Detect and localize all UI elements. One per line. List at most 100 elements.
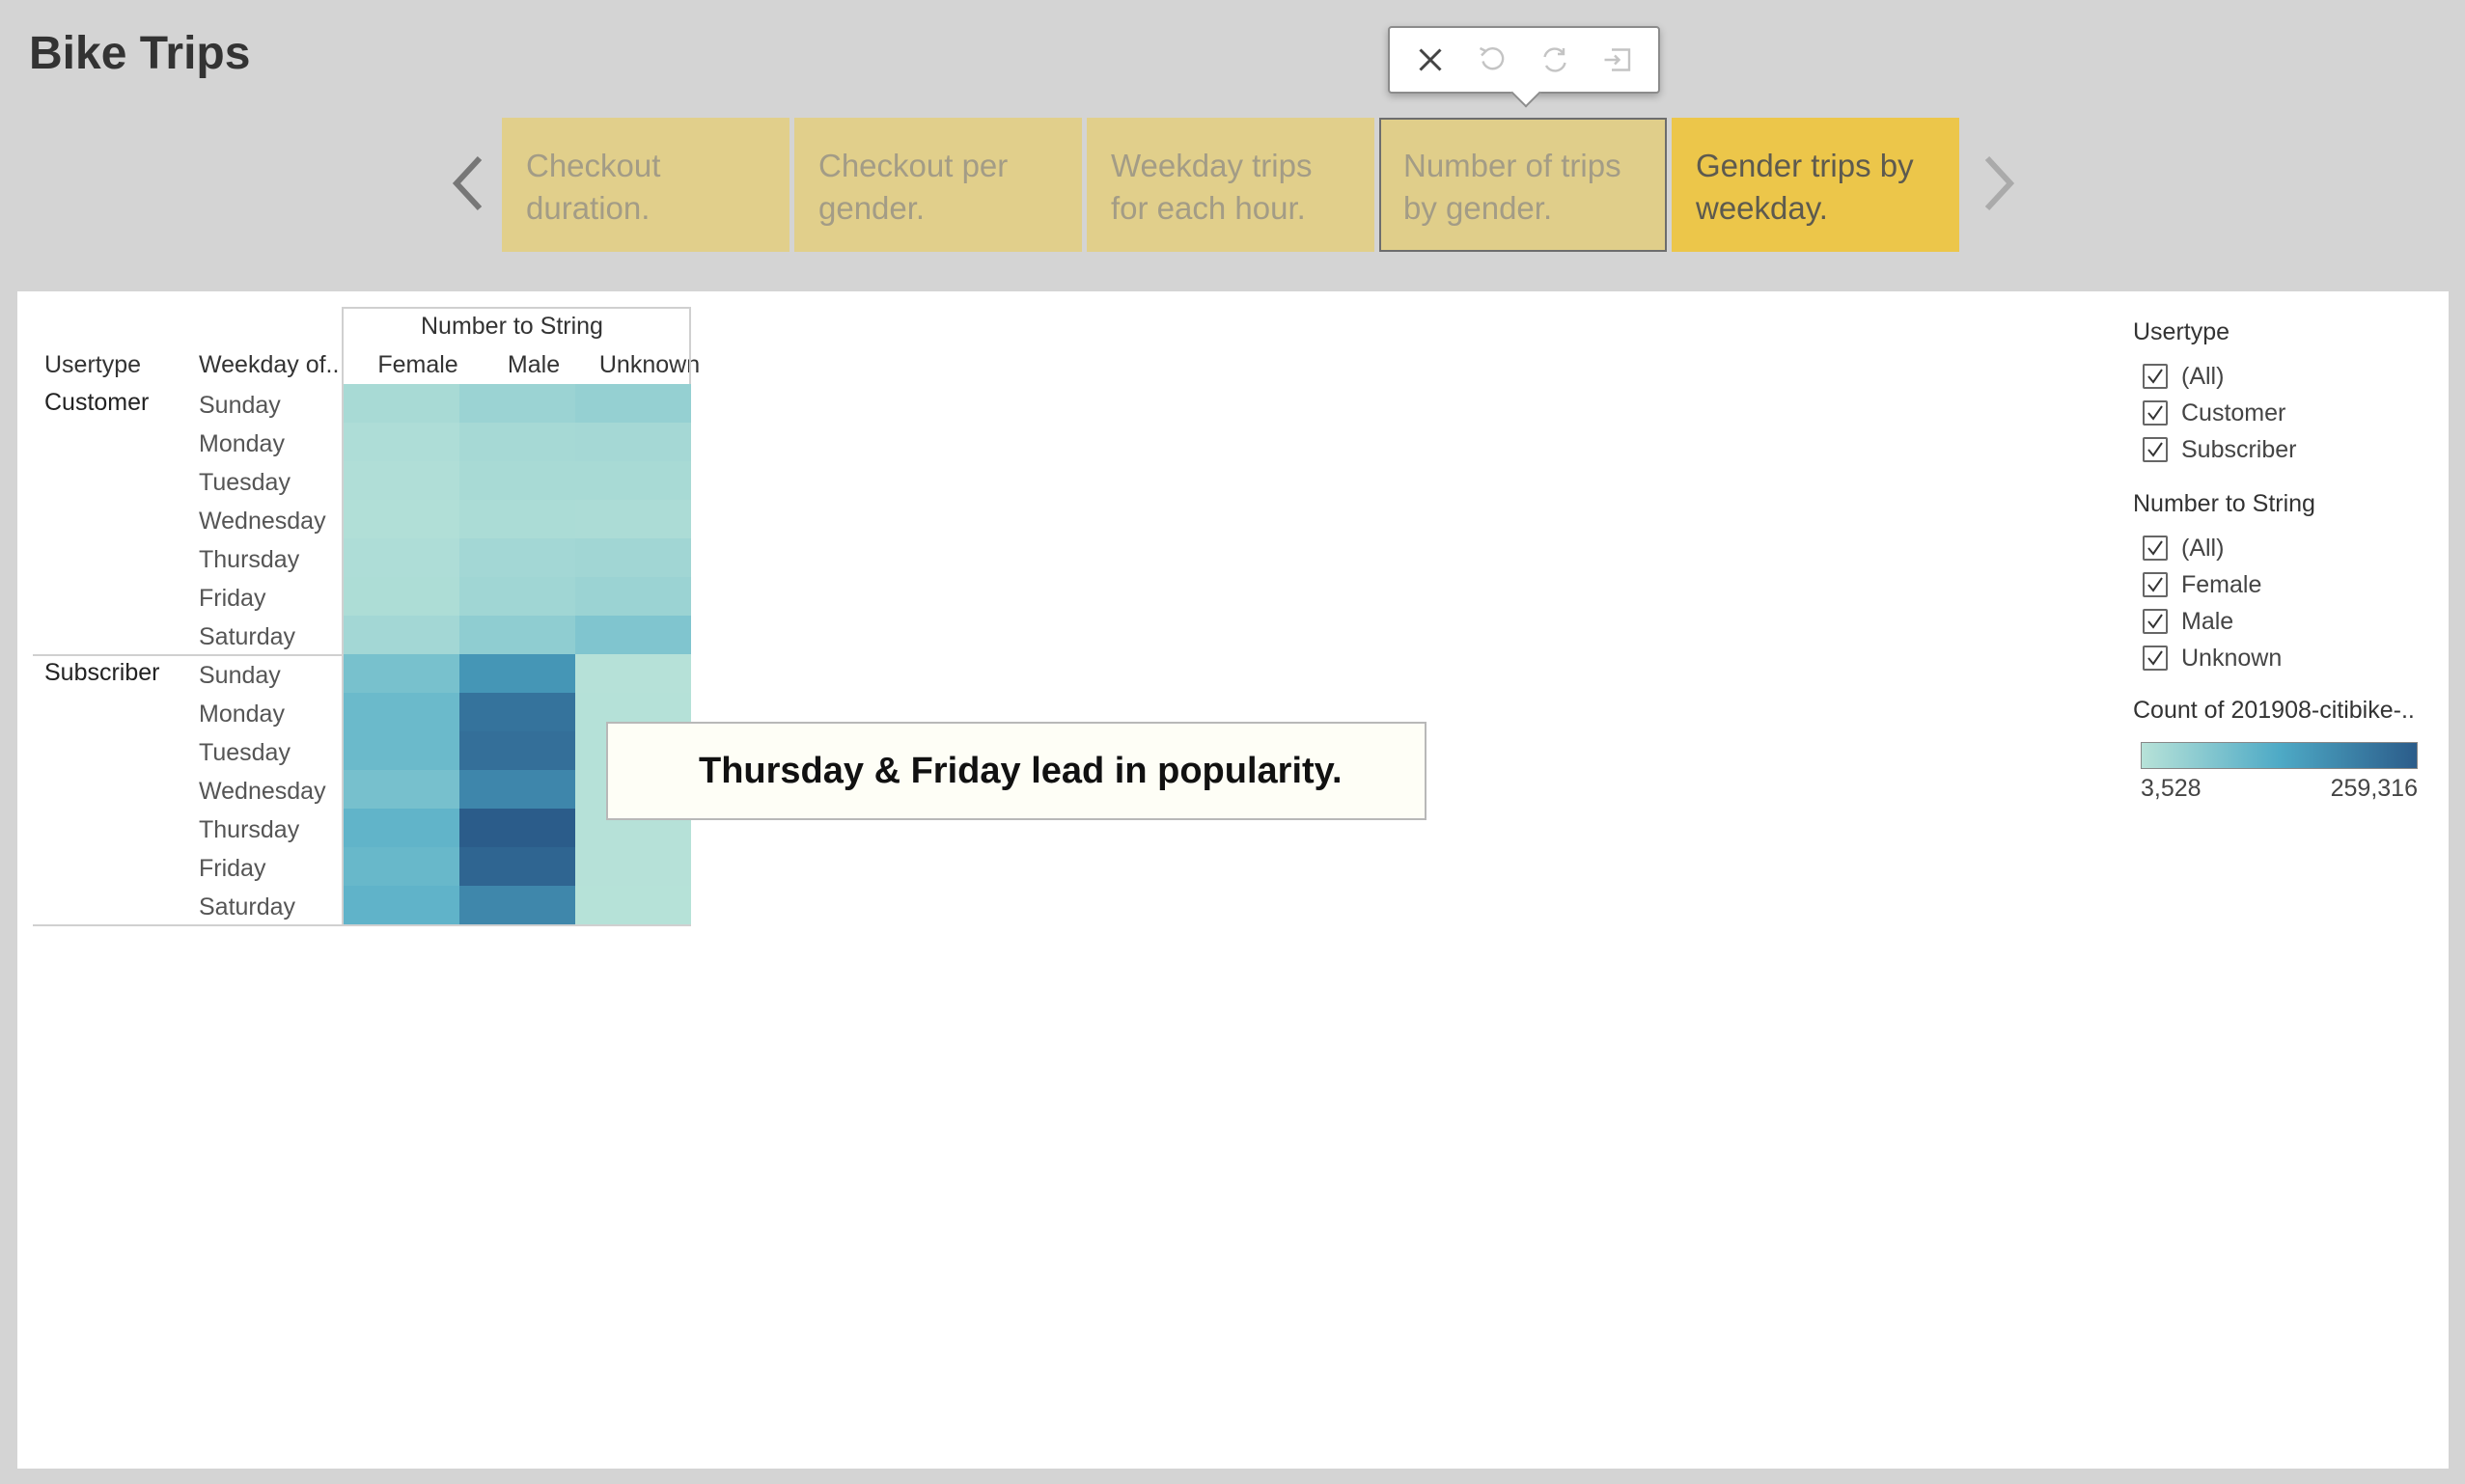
heatmap-cell[interactable]: [459, 847, 575, 886]
heatmap-cell[interactable]: [459, 731, 575, 770]
checkmark-icon: [2147, 442, 2163, 457]
heatmap-cell[interactable]: [344, 577, 459, 616]
story-point-checkout-per-gender[interactable]: Checkout per gender.: [794, 118, 1082, 252]
heatmap-cell[interactable]: [575, 886, 691, 924]
story-point-gender-trips-by-weekday[interactable]: Gender trips by weekday.: [1672, 118, 1959, 252]
heatmap-cell[interactable]: [575, 384, 691, 423]
row-label-day: Monday: [199, 430, 285, 457]
row-label-day: Sunday: [199, 662, 281, 689]
divider: [342, 307, 691, 309]
previous-story-button[interactable]: [444, 145, 492, 222]
filter-option-unknown[interactable]: Unknown: [2133, 640, 2315, 676]
filter-option-all[interactable]: (All): [2133, 530, 2315, 566]
row-label-day: Saturday: [199, 893, 296, 921]
heatmap-cell[interactable]: [459, 423, 575, 461]
heatmap-cell[interactable]: [575, 500, 691, 538]
heatmap-cell[interactable]: [344, 616, 459, 654]
heatmap-cell[interactable]: [344, 847, 459, 886]
heatmap-cell[interactable]: [459, 616, 575, 654]
annotation-text: Thursday & Friday lead in popularity.: [699, 750, 1343, 791]
close-button[interactable]: [1409, 39, 1452, 81]
checkbox[interactable]: [2143, 609, 2168, 634]
column-group-header: Number to String: [421, 313, 603, 340]
checkbox[interactable]: [2143, 364, 2168, 389]
column-header-female: Female: [377, 351, 458, 378]
heatmap-cell[interactable]: [344, 423, 459, 461]
heatmap-cell[interactable]: [344, 538, 459, 577]
legend-min-label: 3,528: [2141, 775, 2202, 802]
checkbox[interactable]: [2143, 437, 2168, 462]
legend-title: Count of 201908-citibike-..: [2133, 697, 2415, 724]
filter-usertype: Usertype (All) Customer Subscriber: [2133, 318, 2297, 468]
heatmap-cell[interactable]: [459, 693, 575, 731]
checkmark-icon: [2147, 540, 2163, 556]
filter-title: Usertype: [2133, 318, 2230, 345]
heatmap-cell[interactable]: [344, 461, 459, 500]
filter-option-female[interactable]: Female: [2133, 566, 2315, 603]
dashboard-content: Number to String Usertype Weekday of.. F…: [17, 291, 2449, 1469]
story-point-label: Weekday trips for each hour.: [1111, 148, 1313, 226]
color-legend: Count of 201908-citibike-.. 3,528 259,31…: [2133, 697, 2432, 803]
filter-title: Number to String: [2133, 490, 2315, 517]
chevron-right-icon: [1984, 155, 2015, 211]
heatmap-cell[interactable]: [575, 577, 691, 616]
heatmap-cell[interactable]: [575, 616, 691, 654]
column-header-male: Male: [507, 351, 561, 378]
redo-icon: [1543, 47, 1566, 72]
checkbox[interactable]: [2143, 646, 2168, 671]
exit-button[interactable]: [1596, 39, 1639, 81]
heatmap-cell[interactable]: [344, 886, 459, 924]
heatmap-cell[interactable]: [459, 461, 575, 500]
heatmap-cell[interactable]: [575, 423, 691, 461]
heatmap-cell[interactable]: [344, 654, 459, 693]
row-label-day: Wednesday: [199, 778, 326, 805]
heatmap-cell[interactable]: [575, 461, 691, 500]
heatmap-cell[interactable]: [344, 693, 459, 731]
heatmap-cell[interactable]: [459, 809, 575, 847]
filter-option-male[interactable]: Male: [2133, 603, 2315, 640]
row-label-day: Thursday: [199, 816, 300, 843]
heatmap-cell[interactable]: [575, 847, 691, 886]
filter-option-customer[interactable]: Customer: [2133, 395, 2297, 431]
row-label-day: Friday: [199, 585, 266, 612]
heatmap-cell[interactable]: [459, 770, 575, 809]
filter-option-label: Subscriber: [2181, 435, 2297, 463]
next-story-button[interactable]: [1975, 145, 2023, 222]
undo-button[interactable]: [1472, 39, 1514, 81]
heatmap-cell[interactable]: [344, 384, 459, 423]
legend-color-ramp: [2141, 742, 2418, 769]
checkbox[interactable]: [2143, 572, 2168, 597]
checkmark-icon: [2147, 577, 2163, 592]
annotation-box[interactable]: Thursday & Friday lead in popularity.: [606, 722, 1426, 820]
heatmap-cell[interactable]: [344, 500, 459, 538]
row-label-day: Thursday: [199, 546, 300, 573]
filter-option-all[interactable]: (All): [2133, 358, 2297, 395]
checkbox[interactable]: [2143, 400, 2168, 426]
heatmap-cell[interactable]: [575, 654, 691, 693]
filter-option-subscriber[interactable]: Subscriber: [2133, 431, 2297, 468]
row-label-day: Tuesday: [199, 469, 291, 496]
filter-option-label: Male: [2181, 607, 2234, 635]
heatmap-cell[interactable]: [344, 809, 459, 847]
undo-icon: [1479, 46, 1505, 70]
redo-button[interactable]: [1534, 39, 1576, 81]
heatmap-cell[interactable]: [459, 577, 575, 616]
heatmap-cell[interactable]: [459, 384, 575, 423]
heatmap-cell[interactable]: [459, 886, 575, 924]
heatmap-cell[interactable]: [344, 770, 459, 809]
checkmark-icon: [2147, 614, 2163, 629]
story-point-trips-by-gender[interactable]: Number of trips by gender.: [1379, 118, 1667, 252]
heatmap-cell[interactable]: [344, 731, 459, 770]
heatmap-cell[interactable]: [575, 538, 691, 577]
heatmap-cell[interactable]: [459, 500, 575, 538]
checkbox[interactable]: [2143, 536, 2168, 561]
story-point-weekday-trips[interactable]: Weekday trips for each hour.: [1087, 118, 1374, 252]
row-label-day: Saturday: [199, 623, 296, 650]
story-point-label: Number of trips by gender.: [1403, 148, 1621, 226]
story-point-checkout-duration[interactable]: Checkout duration.: [502, 118, 789, 252]
heatmap-cell[interactable]: [459, 654, 575, 693]
heatmap-cell[interactable]: [459, 538, 575, 577]
checkmark-icon: [2147, 405, 2163, 421]
row-label-day: Sunday: [199, 392, 281, 419]
group-label-customer: Customer: [44, 389, 150, 416]
